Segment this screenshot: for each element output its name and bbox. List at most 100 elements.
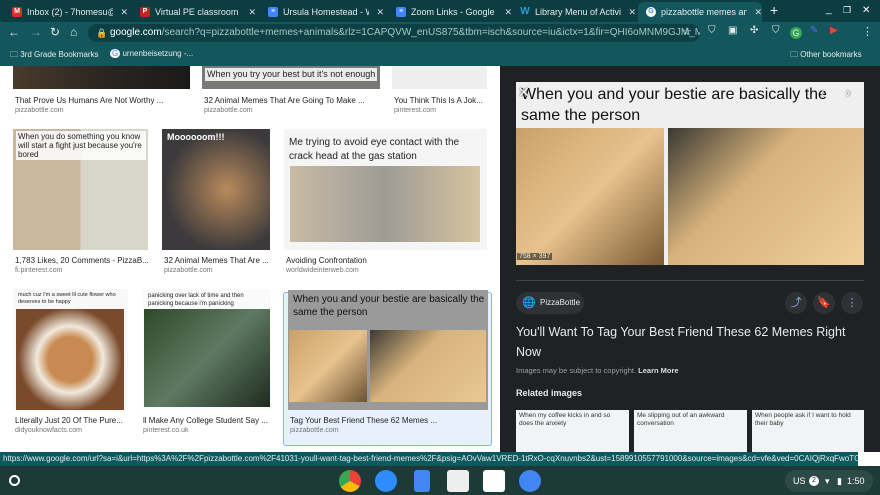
address-bar[interactable]: 🔒 google.com/search?q=pizzabottle+memes+a… [88, 24, 700, 42]
close-preview-button[interactable]: ✕ [518, 84, 530, 101]
image-dimensions: 758 × 397 [517, 253, 553, 260]
result-site: pizzabottle.com [15, 107, 64, 114]
clock: 1:50 [847, 476, 865, 486]
close-tab-icon[interactable]: ✕ [628, 7, 636, 18]
result-site: pinterest.com [394, 107, 437, 114]
tab-ursula[interactable]: ≡ Ursula Homestead - Wo ✕ [260, 2, 384, 22]
next-image-button[interactable]: › [846, 84, 851, 100]
image-preview-panel: When you and your bestie are basically t… [500, 66, 880, 452]
result-image[interactable]: Me trying to avoid eye contact with the … [284, 129, 487, 250]
bookmark-folder-3rd-grade[interactable]: 🗀 3rd Grade Bookmarks [10, 49, 99, 63]
menu-kebab-icon[interactable]: ⋮ [862, 25, 873, 38]
more-options-button[interactable]: ⋮ [841, 292, 863, 314]
extension-icon[interactable]: ▣ [728, 25, 737, 36]
share-button[interactable]: ⤴ [785, 292, 807, 314]
reload-button[interactable]: ↻ [50, 25, 60, 39]
tab-strip: MInbox (2) - 7homesu@w✕ PVirtual PE clas… [0, 0, 880, 22]
bookmarks-bar: 🗀 3rd Grade Bookmarks G urnenbeisetzung … [0, 44, 880, 66]
previous-image-button[interactable]: ‹ [820, 84, 825, 100]
google-icon: G [110, 49, 121, 58]
weebly-icon: W [520, 6, 530, 17]
pdf-icon: P [140, 7, 150, 17]
related-image[interactable]: When my coffee kicks in and so does the … [516, 410, 629, 452]
kami-app-icon[interactable] [447, 470, 469, 492]
zoom-app-icon[interactable] [375, 470, 397, 492]
bookmark-urnenbeisetzung[interactable]: G urnenbeisetzung -... [110, 49, 193, 58]
result-title[interactable]: ll Make Any College Student Say ... [143, 416, 268, 425]
minimize-button[interactable]: _ [826, 4, 832, 15]
extension-icon[interactable]: ✎ [810, 25, 818, 36]
preview-title[interactable]: You'll Want To Tag Your Best Friend Thes… [516, 322, 866, 362]
back-button[interactable]: ← [8, 25, 20, 39]
system-tray[interactable]: US 2 ▾ ▮ 1:50 [785, 470, 873, 492]
copyright-notice: Images may be subject to copyright. Lear… [516, 366, 679, 375]
result-title[interactable]: Avoiding Confrontation [286, 256, 367, 265]
gmail-icon: M [12, 7, 22, 17]
related-image[interactable]: When people ask if I want to hold their … [752, 410, 864, 452]
result-site: pinterest.co.uk [143, 427, 189, 434]
result-image[interactable]: Moooooom!!! [162, 129, 270, 250]
bookmark-star-icon[interactable]: ☆ [682, 25, 692, 38]
result-image[interactable]: panicking over lack of time and then pan… [143, 289, 271, 410]
result-site: worldwideinterweb.com [286, 267, 359, 274]
chromeos-shelf [0, 466, 880, 495]
save-bookmark-button[interactable]: 🔖 [813, 292, 835, 314]
home-button[interactable]: ⌂ [70, 25, 77, 39]
tab-gmail[interactable]: MInbox (2) - 7homesu@w✕ [4, 2, 128, 22]
result-title[interactable]: You Think This Is A Jok... [394, 96, 483, 105]
close-tab-icon[interactable]: ✕ [376, 7, 384, 18]
result-image[interactable] [13, 66, 190, 89]
divider [516, 280, 864, 281]
result-image[interactable]: When you do something you know will star… [13, 129, 148, 250]
extension-shield-icon[interactable]: ⛉ [772, 25, 780, 36]
result-title[interactable]: Literally Just 20 Of The Pure... [15, 416, 123, 425]
status-bar-url: https://www.google.com/url?sa=i&url=http… [0, 452, 858, 466]
result-site: pizzabottle.com [204, 107, 253, 114]
result-image[interactable]: When you try your best but it's not enou… [202, 66, 380, 89]
docs-app-icon[interactable] [414, 470, 430, 492]
tab-google-images[interactable]: Gpizzabottle memes anim✕ [638, 2, 762, 22]
puzzle-extension-icon[interactable]: ✣ [750, 25, 758, 36]
result-site: pizzabottle.com [290, 427, 339, 434]
result-site: pizzabottle.com [164, 267, 213, 274]
learn-more-link[interactable]: Learn More [638, 366, 678, 375]
close-tab-icon[interactable]: ✕ [754, 7, 762, 18]
google-icon: G [646, 7, 656, 17]
screencast-icon[interactable]: ▶ [830, 25, 838, 36]
extension-shield-icon[interactable]: ⛉ [708, 25, 716, 36]
image-results-grid: When you try your best but it's not enou… [0, 66, 500, 452]
preview-image[interactable]: When you and your bestie are basically t… [516, 82, 864, 265]
tab-library[interactable]: W Library Menu of Activitie ✕ [512, 2, 636, 22]
tab-pdf[interactable]: P Virtual PE classroom (3 ✕ [132, 2, 256, 22]
related-images-heading: Related images [516, 388, 583, 398]
lock-icon: 🔒 [96, 28, 108, 38]
result-image[interactable]: much cuz I'm a sweet lil cute flower who… [13, 289, 128, 410]
close-tab-icon[interactable]: ✕ [248, 7, 256, 18]
close-tab-icon[interactable]: ✕ [504, 7, 512, 18]
result-title[interactable]: 32 Animal Memes That Are ... [164, 256, 269, 265]
files-app-icon[interactable] [519, 470, 541, 492]
battery-icon: ▮ [837, 476, 842, 486]
restore-button[interactable]: ❐ [843, 5, 851, 16]
launcher-button[interactable] [9, 475, 20, 486]
result-image[interactable] [392, 66, 487, 89]
source-chip[interactable]: 🌐 PizzaBottle [516, 292, 584, 314]
gmail-app-icon[interactable] [483, 470, 505, 492]
result-image[interactable]: When you and your bestie are basically t… [288, 290, 488, 410]
result-title[interactable]: Tag Your Best Friend These 62 Memes ... [290, 416, 437, 425]
tab-zoom-links[interactable]: ≡Zoom Links - Google Do✕ [388, 2, 512, 22]
result-title[interactable]: 1,783 Likes, 20 Comments - PizzaB... [15, 256, 149, 265]
chrome-app-icon[interactable] [339, 470, 361, 492]
related-image[interactable]: Me slipping out of an awkward conversati… [634, 410, 747, 452]
globe-icon: 🌐 [522, 297, 536, 309]
close-tab-icon[interactable]: ✕ [120, 7, 128, 18]
result-site: didyouknowfacts.com [15, 427, 82, 434]
forward-button[interactable]: → [30, 25, 42, 39]
result-title[interactable]: That Prove Us Humans Are Not Worthy ... [15, 96, 163, 105]
grammarly-icon[interactable]: G [790, 27, 802, 39]
result-title[interactable]: 32 Animal Memes That Are Going To Make .… [204, 96, 365, 105]
other-bookmarks[interactable]: 🗀 Other bookmarks [790, 49, 862, 63]
new-tab-button[interactable]: + [770, 2, 778, 18]
close-window-button[interactable]: ✕ [862, 5, 870, 16]
docs-icon: ≡ [396, 7, 406, 17]
